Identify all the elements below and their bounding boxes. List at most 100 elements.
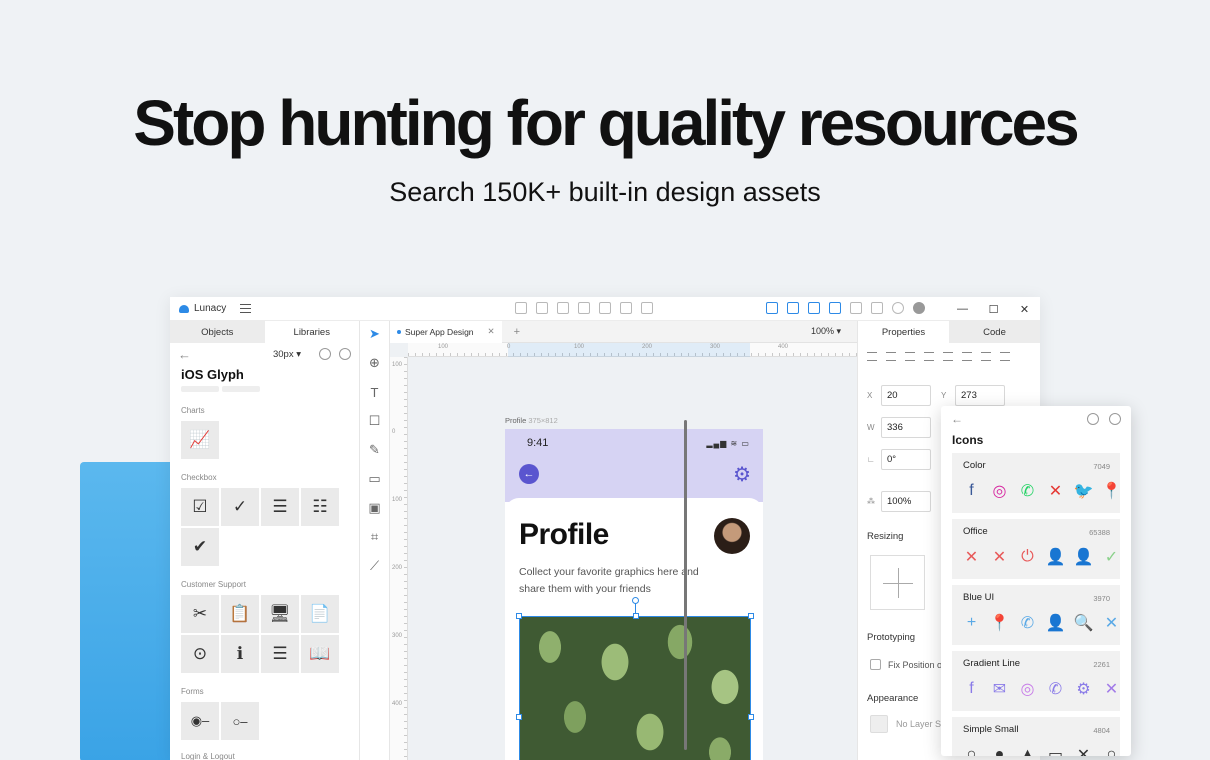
filter-chip[interactable] (222, 386, 260, 392)
category-preview-icon[interactable]: ✆ (1044, 677, 1067, 700)
icon-category[interactable]: Color 7049 f ◎ ✆ ✕ 🐦 📍 (952, 453, 1123, 513)
tab-libraries[interactable]: Libraries (264, 321, 359, 343)
popup-back-icon[interactable]: ← (951, 412, 963, 426)
align-center-icon[interactable] (886, 352, 896, 361)
resize-handle[interactable] (748, 613, 754, 619)
icon-category[interactable]: Simple Small 4804 ○ ● ▲ ▭ ✕ ○ (952, 717, 1120, 756)
tab-properties[interactable]: Properties (858, 321, 949, 343)
close-button[interactable]: ✕ (1009, 297, 1040, 321)
selected-cactus-image[interactable] (516, 597, 754, 760)
category-preview-icon[interactable]: ✕ (960, 545, 983, 568)
resize-handle[interactable] (516, 613, 522, 619)
y-input[interactable]: 273 (955, 385, 1005, 406)
pen-tool-icon[interactable]: ✎ (368, 442, 382, 457)
category-preview-icon[interactable]: ▲ (1016, 743, 1039, 757)
rotate-handle[interactable] (632, 597, 639, 604)
group-icon[interactable] (515, 302, 527, 314)
pixel-grid-icon[interactable] (871, 302, 883, 314)
zoom-level[interactable]: 100% ▾ (811, 326, 841, 337)
maximize-button[interactable]: ☐ (978, 297, 1009, 321)
monitor-icon-tile[interactable]: 🖥 (261, 595, 299, 633)
category-preview-icon[interactable]: 🐦 (1072, 479, 1095, 502)
align-right-icon[interactable] (905, 352, 915, 361)
layer-style-icon[interactable] (870, 715, 888, 733)
category-preview-icon[interactable]: ✕ (988, 545, 1011, 568)
mask-icon[interactable] (599, 302, 611, 314)
icon-category[interactable]: Blue UI 3970 + 📍 ✆ 👤 🔍 ✕ (952, 585, 1120, 645)
icon-category[interactable]: Office 65388 ✕ ✕ ⏻ 👤 👤 ✓ (952, 519, 1120, 579)
chart-icon-tile[interactable]: 📈 (181, 421, 219, 459)
category-preview-icon[interactable]: ✓ (1100, 545, 1123, 568)
document-tab[interactable]: Super App Design ✕ (390, 321, 502, 343)
category-preview-icon[interactable]: ✕ (1072, 743, 1095, 757)
back-arrow-icon[interactable]: ← (178, 347, 191, 362)
add-tab-icon[interactable]: + (514, 326, 520, 338)
category-preview-icon[interactable]: 👤 (1044, 545, 1067, 568)
close-tab-icon[interactable]: ✕ (488, 326, 495, 337)
phone-artboard[interactable]: 9:41 ▂▄▆ ≋ ▭ ← ⚙ Profile Collect your fa… (505, 429, 763, 760)
artboard-label[interactable]: Profile 375×812 (505, 416, 558, 425)
category-preview-icon[interactable]: 🔍 (1072, 611, 1095, 634)
align-left-icon[interactable] (867, 352, 877, 361)
canvas-scrollbar[interactable] (684, 420, 687, 750)
rotation-input[interactable]: 0° (881, 449, 931, 470)
moon-icon[interactable] (892, 302, 904, 314)
tab-code[interactable]: Code (949, 321, 1040, 343)
clipboard-icon-tile[interactable]: 📋 (221, 595, 259, 633)
radio-checked-icon-tile[interactable]: ◉– (181, 702, 219, 740)
tab-objects[interactable]: Objects (170, 321, 265, 343)
slice-icon[interactable] (829, 302, 841, 314)
category-preview-icon[interactable]: ✆ (1016, 611, 1039, 634)
preview-icon[interactable] (850, 302, 862, 314)
cloud-icon[interactable] (913, 302, 925, 314)
category-preview-icon[interactable]: ◎ (988, 479, 1011, 502)
category-preview-icon[interactable]: ✕ (1100, 677, 1123, 700)
tools-icon-tile[interactable]: ✂ (181, 595, 219, 633)
resize-handle[interactable] (748, 714, 754, 720)
icon-category[interactable]: Gradient Line 2261 f ✉ ◎ ✆ ⚙ ✕ (952, 651, 1120, 711)
category-preview-icon[interactable]: 👤 (1044, 611, 1067, 634)
grid-icon[interactable] (787, 302, 799, 314)
documents-icon-tile[interactable]: 📄 (301, 595, 339, 633)
checkmark-icon-tile[interactable]: ✓ (221, 488, 259, 526)
category-preview-icon[interactable]: ✕ (1100, 611, 1123, 634)
canvas-area[interactable]: Super App Design ✕ + 100% ▾ 100 0 100 20… (390, 321, 857, 760)
layout-icon[interactable] (766, 302, 778, 314)
category-preview-icon[interactable]: ◎ (1016, 677, 1039, 700)
measure-tool-icon[interactable]: ⟋ (368, 558, 382, 573)
phone-back-icon[interactable]: ← (519, 464, 539, 484)
category-preview-icon[interactable]: ○ (960, 743, 983, 757)
category-preview-icon[interactable]: 📍 (988, 611, 1011, 634)
checklist-boxes-icon-tile[interactable]: ☷ (301, 488, 339, 526)
flip-icon[interactable] (620, 302, 632, 314)
rotate-icon[interactable] (578, 302, 590, 314)
manual-icon-tile[interactable]: 📖 (301, 635, 339, 673)
category-preview-icon[interactable]: ● (988, 743, 1011, 757)
list-document-icon-tile[interactable]: ☰ (261, 635, 299, 673)
phone-gear-icon[interactable]: ⚙ (733, 462, 751, 487)
category-preview-icon[interactable]: ✆ (1016, 479, 1039, 502)
opacity-input[interactable]: 100% (881, 491, 931, 512)
crop-tool-icon[interactable]: ⌗ (368, 529, 382, 544)
x-input[interactable]: 20 (881, 385, 931, 406)
checklist-icon-tile[interactable]: ☰ (261, 488, 299, 526)
category-preview-icon[interactable]: + (960, 611, 983, 634)
category-preview-icon[interactable]: f (960, 479, 983, 502)
rectangle-tool-icon[interactable]: ☐ (368, 413, 382, 428)
align-bottom-icon[interactable] (962, 352, 972, 361)
align-middle-icon[interactable] (943, 352, 953, 361)
distribute-h-icon[interactable] (981, 352, 991, 361)
hamburger-menu-icon[interactable] (240, 304, 252, 313)
width-input[interactable]: 336 (881, 417, 931, 438)
category-preview-icon[interactable]: 👤 (1072, 545, 1095, 568)
category-preview-icon[interactable]: ⚙ (1072, 677, 1095, 700)
resize-icon[interactable] (808, 302, 820, 314)
align-top-icon[interactable] (924, 352, 934, 361)
category-preview-icon[interactable]: 📍 (1100, 479, 1123, 502)
resize-handle[interactable] (633, 613, 639, 619)
resize-handle[interactable] (516, 714, 522, 720)
fill-icon[interactable] (319, 348, 331, 360)
union-icon[interactable] (536, 302, 548, 314)
category-preview-icon[interactable]: ▭ (1044, 743, 1067, 757)
library-settings-icon[interactable] (339, 348, 351, 360)
